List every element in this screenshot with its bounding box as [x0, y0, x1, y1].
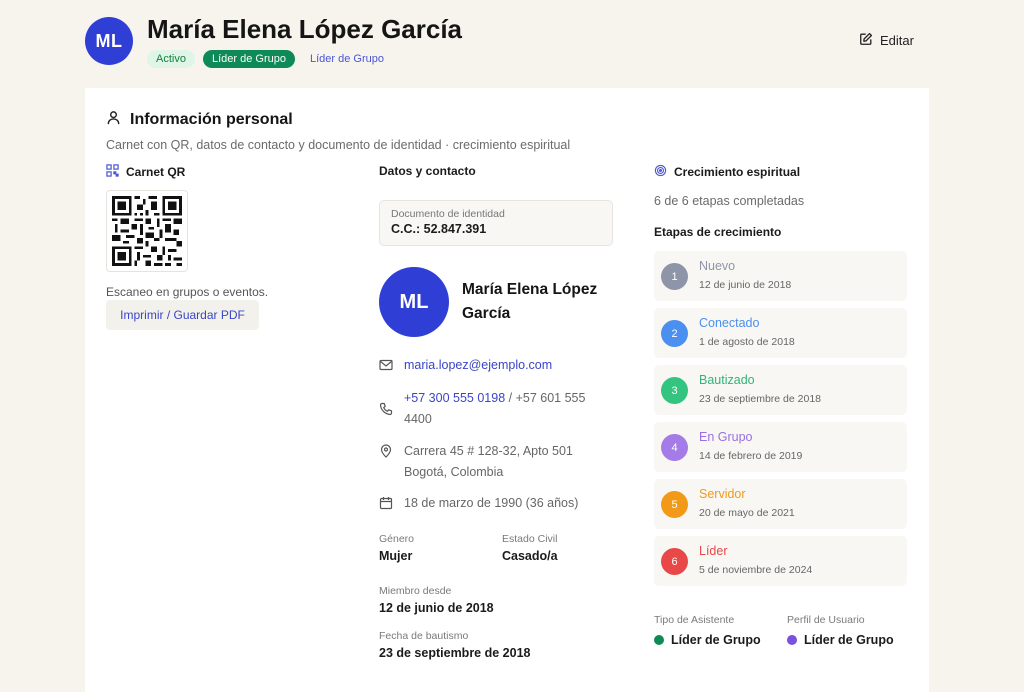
stage-number: 3 — [661, 377, 688, 404]
birthdate-text: 18 de marzo de 1990 (36 años) — [404, 496, 579, 510]
calendar-icon — [379, 496, 393, 510]
stage-item: 1 Nuevo 12 de junio de 2018 — [654, 251, 907, 301]
stage-item: 4 En Grupo 14 de febrero de 2019 — [654, 422, 907, 472]
stage-item: 3 Bautizado 23 de septiembre de 2018 — [654, 365, 907, 415]
user-profile-value: Líder de Grupo — [804, 633, 894, 647]
civil-status-value: Casado/a — [502, 549, 558, 563]
contact-name: María Elena López García — [462, 281, 598, 322]
email-row: maria.lopez@ejemplo.com — [379, 355, 614, 376]
stage-name: Líder — [699, 544, 728, 558]
user-icon — [106, 110, 121, 130]
stage-number: 6 — [661, 548, 688, 575]
avatar: ML — [85, 17, 133, 65]
qr-code — [106, 190, 188, 272]
email-link[interactable]: maria.lopez@ejemplo.com — [404, 358, 552, 372]
phone-icon — [379, 402, 393, 416]
gender-label: Género — [379, 533, 415, 545]
stage-item: 2 Conectado 1 de agosto de 2018 — [654, 308, 907, 358]
status-dot — [787, 635, 797, 645]
stage-item: 6 Líder 5 de noviembre de 2024 — [654, 536, 907, 586]
status-dot — [654, 635, 664, 645]
print-pdf-button[interactable]: Imprimir / Guardar PDF — [106, 300, 259, 330]
user-profile-value-row: Líder de Grupo — [787, 633, 894, 647]
stage-name: Nuevo — [699, 259, 736, 273]
stage-name: Bautizado — [699, 373, 755, 387]
civil-status-field: Estado Civil Casado/a — [502, 533, 558, 563]
document-label: Documento de identidad — [391, 208, 505, 220]
stage-name: Conectado — [699, 316, 760, 330]
growth-heading: Crecimiento espiritual — [654, 164, 800, 180]
user-profile: Perfil de Usuario Líder de Grupo — [787, 614, 894, 647]
stage-date: 1 de agosto de 2018 — [699, 336, 795, 348]
gender-value: Mujer — [379, 549, 413, 563]
target-icon — [654, 164, 667, 180]
address-text: Carrera 45 # 128-32, Apto 501 Bogotá, Co… — [404, 444, 573, 479]
qr-icon — [106, 164, 119, 180]
document-value: C.C.: 52.847.391 — [391, 222, 487, 236]
stage-number: 5 — [661, 491, 688, 518]
role-badge: Líder de Grupo — [202, 50, 295, 68]
address-row: Carrera 45 # 128-32, Apto 501 Bogotá, Co… — [379, 441, 614, 483]
section-subtitle: Carnet con QR, datos de contacto y docum… — [106, 138, 571, 152]
stage-date: 12 de junio de 2018 — [699, 279, 792, 291]
stage-date: 14 de febrero de 2019 — [699, 450, 803, 462]
profile-header: ML María Elena López García Activo Líder… — [0, 0, 1024, 88]
member-since-field: Miembro desde 12 de junio de 2018 — [379, 585, 494, 615]
assistant-type: Tipo de Asistente Líder de Grupo — [654, 614, 761, 647]
civil-status-label: Estado Civil — [502, 533, 558, 545]
member-since-label: Miembro desde — [379, 585, 452, 597]
contact-avatar: ML — [379, 267, 449, 337]
stage-number: 1 — [661, 263, 688, 290]
edit-icon — [859, 32, 873, 49]
edit-button[interactable]: Editar — [859, 32, 914, 49]
identity-document: Documento de identidad C.C.: 52.847.391 — [379, 200, 613, 246]
baptism-field: Fecha de bautismo 23 de septiembre de 20… — [379, 630, 530, 660]
baptism-value: 23 de septiembre de 2018 — [379, 646, 531, 660]
contact-heading: Datos y contacto — [379, 164, 476, 178]
stage-date: 5 de noviembre de 2024 — [699, 564, 813, 576]
stage-date: 23 de septiembre de 2018 — [699, 393, 822, 405]
assistant-type-label: Tipo de Asistente — [654, 614, 735, 626]
stage-item: 5 Servidor 20 de mayo de 2021 — [654, 479, 907, 529]
badge-row: Activo Líder de Grupo Líder de Grupo — [147, 50, 393, 68]
page-title: María Elena López García — [147, 14, 463, 44]
qr-heading: Carnet QR — [106, 164, 185, 180]
edit-label: Editar — [880, 33, 914, 48]
stage-number: 2 — [661, 320, 688, 347]
phone-primary-link[interactable]: +57 300 555 0198 — [404, 391, 505, 405]
section-title: Información personal — [106, 110, 293, 130]
mail-icon — [379, 358, 393, 372]
stages-heading: Etapas de crecimiento — [654, 225, 782, 239]
qr-heading-text: Carnet QR — [126, 165, 186, 179]
growth-heading-text: Crecimiento espiritual — [674, 165, 801, 179]
role-link[interactable]: Líder de Grupo — [303, 50, 393, 68]
assistant-type-value-row: Líder de Grupo — [654, 633, 761, 647]
phone-row: +57 300 555 0198 / +57 601 555 4400 — [379, 388, 614, 430]
growth-count: 6 de 6 etapas completadas — [654, 194, 805, 208]
baptism-label: Fecha de bautismo — [379, 630, 469, 642]
user-profile-label: Perfil de Usuario — [787, 614, 865, 626]
assistant-type-value: Líder de Grupo — [671, 633, 761, 647]
location-pin-icon — [379, 444, 393, 458]
member-since-value: 12 de junio de 2018 — [379, 601, 494, 615]
birthdate-row: 18 de marzo de 1990 (36 años) — [379, 493, 614, 514]
section-title-text: Información personal — [130, 111, 293, 128]
personal-info-card: Información personal Carnet con QR, dato… — [85, 88, 929, 692]
status-badge: Activo — [147, 50, 195, 68]
stage-name: En Grupo — [699, 430, 753, 444]
gender-field: Género Mujer — [379, 533, 414, 563]
qr-help-text: Escaneo en grupos o eventos. — [106, 285, 269, 299]
stage-number: 4 — [661, 434, 688, 461]
stage-name: Servidor — [699, 487, 746, 501]
stage-date: 20 de mayo de 2021 — [699, 507, 795, 519]
